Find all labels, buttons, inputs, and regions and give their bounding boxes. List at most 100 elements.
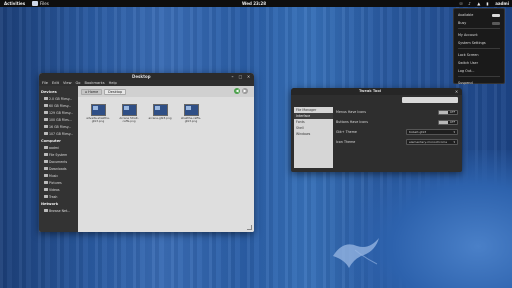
file-name: advaita-shakthe-gtk3.png — [86, 116, 110, 123]
battery-icon[interactable]: ▮ — [486, 1, 490, 6]
pictures-icon — [44, 181, 48, 184]
network-icon[interactable]: ▲ — [477, 1, 481, 6]
breadcrumb-desktop[interactable]: Desktop — [104, 88, 127, 95]
buttons-icons-switch[interactable]: OFF — [438, 119, 458, 125]
option-icon-theme: Icon Theme elementary-monochrome ▾ — [336, 137, 458, 147]
files-app-icon — [32, 1, 38, 6]
file-item[interactable]: advaita-shakthe-gtk3.png — [86, 104, 110, 123]
sidebar-item-trash[interactable]: Trash — [40, 193, 77, 200]
breadcrumb-label: Desktop — [108, 89, 123, 94]
file-item[interactable]: Arcane Strait-caffe.png — [117, 104, 141, 123]
user-menu-item-label: Busy — [458, 21, 467, 25]
forward-arrow-icon[interactable]: ▶ — [242, 88, 248, 94]
user-menu: Available Busy My Account System Setting… — [453, 8, 505, 87]
menu-file[interactable]: File — [42, 81, 48, 85]
user-menu-item-available[interactable]: Available — [458, 11, 500, 19]
sidebar-item-label: 16 GB Filesy... — [49, 124, 72, 129]
icon-theme-select[interactable]: elementary-monochrome ▾ — [406, 139, 458, 145]
file-item[interactable]: arcane-gtk3.png — [148, 104, 172, 123]
sidebar-item-label: 2.0 GB Filesy... — [49, 96, 73, 101]
chevron-down-icon: ▾ — [453, 130, 455, 134]
search-input[interactable] — [402, 97, 458, 103]
maximize-icon[interactable]: □ — [238, 74, 243, 79]
sidebar-item-label: 60 GB Filesy... — [49, 103, 72, 108]
user-menu-item-busy[interactable]: Busy — [458, 19, 500, 27]
sidebar-item-device[interactable]: 2.0 GB Filesy... — [40, 95, 77, 102]
sidebar-item-device[interactable]: 100 GB Files... — [40, 116, 77, 123]
user-menu-item-label: Lock Screen — [458, 53, 479, 57]
file-name: shakthe-caffe-gtk3.png — [180, 116, 202, 123]
volume-icon[interactable]: ♪ — [468, 1, 472, 6]
clock[interactable]: Wed 23:28 — [242, 1, 266, 6]
menu-go[interactable]: Go — [76, 81, 81, 85]
switch-state: OFF — [449, 119, 456, 124]
user-menu-item-lock-screen[interactable]: Lock Screen — [458, 51, 500, 59]
accessibility-icon[interactable]: ☉ — [459, 1, 463, 6]
breadcrumb-label: Home — [88, 89, 99, 94]
user-menu-item-label: Switch User — [458, 61, 479, 65]
category-list: File Manager Interface Fonts Shell Windo… — [294, 107, 333, 168]
sidebar-item-device[interactable]: 60 GB Filesy... — [40, 102, 77, 109]
tweak-tool-window: Tweak Tool ✕ File Manager Interface Font… — [291, 88, 462, 172]
user-menu-item-log-out[interactable]: Log Out... — [458, 67, 500, 75]
option-menus-have-icons: Menus Have Icons OFF — [336, 107, 458, 117]
menu-separator — [458, 48, 500, 49]
category-windows[interactable]: Windows — [294, 131, 333, 137]
sidebar-item-file-system[interactable]: File System — [40, 151, 77, 158]
sidebar-item-pictures[interactable]: Pictures — [40, 179, 77, 186]
user-menu-item-switch-user[interactable]: Switch User — [458, 59, 500, 67]
back-arrow-icon[interactable]: ◀ — [234, 88, 240, 94]
sidebar-header-devices: Devices — [41, 90, 57, 94]
breadcrumb-home[interactable]: ⌂ Home — [81, 88, 103, 95]
sidebar-item-label: Documents — [49, 159, 68, 164]
drive-icon — [44, 118, 48, 121]
file-manager-titlebar[interactable]: Desktop – □ ✕ — [39, 73, 254, 80]
user-menu-item-suspend[interactable]: Suspend — [458, 79, 500, 87]
sidebar-item-device[interactable]: 16 GB Filesy... — [40, 123, 77, 130]
sidebar-item-device[interactable]: 129 GB Filesy... — [40, 109, 77, 116]
window-title: Desktop — [132, 74, 151, 79]
menu-separator — [458, 28, 500, 29]
user-menu-item-system-settings[interactable]: System Settings — [458, 39, 500, 47]
tweak-tool-titlebar[interactable]: Tweak Tool ✕ — [291, 88, 462, 95]
resize-grip[interactable] — [247, 225, 252, 230]
sidebar-header-network: Network — [41, 202, 59, 206]
switch-state: OFF — [449, 109, 456, 114]
menus-icons-switch[interactable]: OFF — [438, 109, 458, 115]
menu-view[interactable]: View — [63, 81, 72, 85]
activities-button[interactable]: Activities — [4, 1, 25, 6]
available-toggle[interactable] — [492, 13, 500, 17]
drive-icon — [44, 125, 48, 128]
busy-toggle[interactable] — [492, 21, 500, 25]
sidebar-item-device[interactable]: 107 GB Filesy... — [40, 130, 77, 137]
drive-icon — [44, 111, 48, 114]
user-menu-button[interactable]: aadmi — [495, 1, 509, 6]
app-menu[interactable]: Files — [32, 0, 49, 7]
close-icon[interactable]: ✕ — [246, 74, 251, 79]
menu-help[interactable]: Help — [109, 81, 117, 85]
sidebar-item-home[interactable]: aadmi — [40, 144, 77, 151]
gtk-theme-select[interactable]: Kobalt-gtk3 ▾ — [406, 129, 458, 135]
menu-edit[interactable]: Edit — [52, 81, 59, 85]
sidebar-item-label: File System — [49, 152, 68, 157]
settings-panel: Menus Have Icons OFF Buttons Have Icons … — [336, 107, 458, 168]
drive-icon — [44, 104, 48, 107]
user-menu-item-label: My Account — [458, 33, 478, 37]
menu-bookmarks[interactable]: Bookmarks — [85, 81, 105, 85]
file-name: arcane-gtk3.png — [148, 116, 172, 120]
system-tray: ☉ ♪ ▲ ▮ aadmi — [459, 0, 509, 7]
file-item[interactable]: shakthe-caffe-gtk3.png — [179, 104, 203, 123]
option-label: Icon Theme — [336, 140, 356, 144]
sidebar-item-documents[interactable]: Documents — [40, 158, 77, 165]
home-icon: ⌂ — [85, 89, 88, 94]
sidebar-item-downloads[interactable]: Downloads — [40, 165, 77, 172]
sidebar-item-videos[interactable]: Videos — [40, 186, 77, 193]
user-menu-item-my-account[interactable]: My Account — [458, 31, 500, 39]
sidebar-item-music[interactable]: Music — [40, 172, 77, 179]
sidebar-item-label: 107 GB Filesy... — [49, 131, 74, 136]
user-menu-item-label: Log Out... — [458, 69, 475, 73]
minimize-icon[interactable]: – — [230, 74, 235, 79]
option-label: Menus Have Icons — [336, 110, 366, 114]
sidebar-item-browse-network[interactable]: Browse Net... — [40, 207, 77, 214]
close-icon[interactable]: ✕ — [454, 89, 459, 94]
